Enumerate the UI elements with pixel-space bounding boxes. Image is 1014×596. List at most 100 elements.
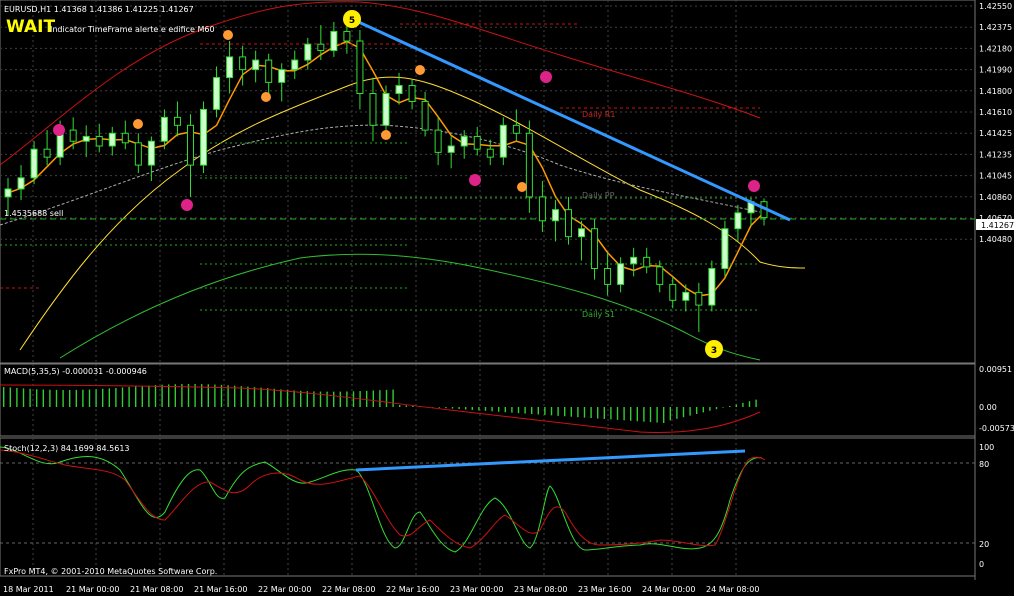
macd-bar	[669, 407, 671, 421]
stoch-axis-20: 20	[979, 540, 989, 549]
macd-bar	[405, 405, 407, 407]
macd-bar	[557, 407, 559, 416]
macd-bar	[748, 401, 751, 407]
price-tick-label: 1.41610	[979, 108, 1012, 117]
macd-bar	[696, 407, 698, 414]
macd-bar	[62, 389, 64, 407]
macd-bar	[187, 384, 190, 407]
macd-bar	[735, 404, 737, 407]
wave-label-5: 5	[343, 10, 361, 28]
macd-bar	[663, 407, 665, 423]
macd-bar	[577, 407, 579, 418]
macd-bar	[550, 407, 553, 416]
macd-bar	[676, 407, 678, 419]
macd-bar	[220, 384, 223, 407]
macd-bar	[531, 407, 533, 414]
stoch-panel[interactable]	[0, 437, 976, 577]
macd-bar	[511, 407, 513, 413]
macd-bar	[234, 385, 236, 407]
pivot-label-pp: Daily PP	[582, 191, 615, 200]
macd-bar	[755, 399, 757, 407]
macd-bar	[438, 407, 440, 408]
macd-bar	[88, 389, 91, 407]
current-price-label: 1.41267	[981, 221, 1014, 230]
price-axis: 1.42550 1.42375 1.42180 1.41990 1.41800 1.416…	[979, 2, 1012, 244]
macd-bar	[3, 387, 5, 407]
macd-bar	[247, 386, 249, 407]
macd-bar	[121, 387, 124, 407]
price-tick-label: 1.41800	[979, 87, 1012, 96]
macd-bar	[95, 389, 97, 407]
macd-bar	[280, 389, 282, 407]
copyright-text: FxPro MT4, © 2001-2010 MetaQuotes Softwa…	[4, 567, 217, 576]
macd-bar	[168, 384, 170, 407]
macd-bar	[379, 390, 381, 407]
macd-bar	[630, 407, 632, 421]
macd-bar	[709, 407, 711, 411]
macd-axis-top: 0.00951	[979, 365, 1012, 374]
macd-bar	[465, 407, 467, 410]
macd-bar	[682, 407, 685, 418]
macd-bar	[36, 389, 38, 407]
macd-bar	[471, 407, 473, 410]
macd-axis-zero: 0.00	[979, 403, 997, 412]
macd-bar	[451, 407, 454, 409]
time-tick-label: 23 Mar 16:00	[578, 585, 631, 594]
macd-bar	[392, 389, 394, 407]
macd-bar	[9, 387, 11, 407]
macd-bar	[339, 391, 341, 407]
price-tick-label: 1.42550	[979, 2, 1012, 11]
wave-label-3: 3	[705, 340, 723, 358]
macd-bar	[649, 407, 652, 423]
macd-bar	[570, 407, 572, 417]
macd-bar	[22, 388, 25, 407]
macd-bar	[715, 407, 718, 410]
macd-axis-bottom: -0.00573	[979, 424, 1014, 433]
macd-bar	[135, 386, 137, 407]
macd-bar	[161, 384, 163, 407]
macd-bar	[181, 384, 183, 407]
macd-bar	[293, 390, 295, 407]
time-tick-label: 23 Mar 00:00	[450, 585, 503, 594]
macd-bar	[42, 389, 44, 407]
terminal-chart-window: 1.42550 1.42375 1.42180 1.41990 1.41800 1.416…	[0, 0, 1014, 594]
stoch-axis-80: 80	[979, 460, 989, 469]
macd-bar	[69, 389, 71, 407]
macd-bar	[227, 385, 229, 407]
macd-bar	[498, 407, 500, 412]
macd-bar	[564, 407, 566, 417]
macd-bar	[478, 407, 480, 411]
stoch-axis-100: 100	[979, 443, 994, 452]
time-tick-label: 24 Mar 08:00	[706, 585, 759, 594]
macd-bar	[537, 407, 539, 415]
macd-bar	[491, 407, 493, 412]
macd-bar	[102, 388, 104, 407]
macd-bar	[597, 407, 599, 419]
price-tick-label: 1.41990	[979, 66, 1012, 75]
macd-bar	[610, 407, 612, 420]
macd-bar	[300, 390, 302, 407]
macd-bar	[643, 407, 645, 422]
main-chart-panel[interactable]	[0, 0, 976, 364]
macd-bar	[75, 389, 77, 407]
macd-bar	[689, 407, 691, 416]
macd-bar	[29, 388, 31, 407]
macd-bar	[240, 386, 242, 407]
svg-text:3: 3	[711, 346, 717, 356]
macd-bar	[49, 389, 51, 407]
macd-bar	[55, 389, 58, 407]
wait-label: WAIT	[6, 17, 55, 37]
macd-bar	[722, 407, 724, 408]
sell-label: 1.4535688 sell	[4, 209, 63, 218]
macd-bar	[603, 407, 605, 419]
price-tick-label: 1.40480	[979, 235, 1012, 244]
stoch-axis-0: 0	[979, 560, 984, 569]
macd-bar	[729, 406, 731, 407]
macd-bar	[346, 391, 348, 407]
time-tick-label: 21 Mar 08:00	[130, 585, 183, 594]
macd-bar	[16, 387, 18, 407]
macd-bar	[504, 407, 506, 413]
macd-bar	[174, 384, 176, 407]
macd-bar	[128, 386, 130, 407]
candle	[708, 260, 716, 312]
